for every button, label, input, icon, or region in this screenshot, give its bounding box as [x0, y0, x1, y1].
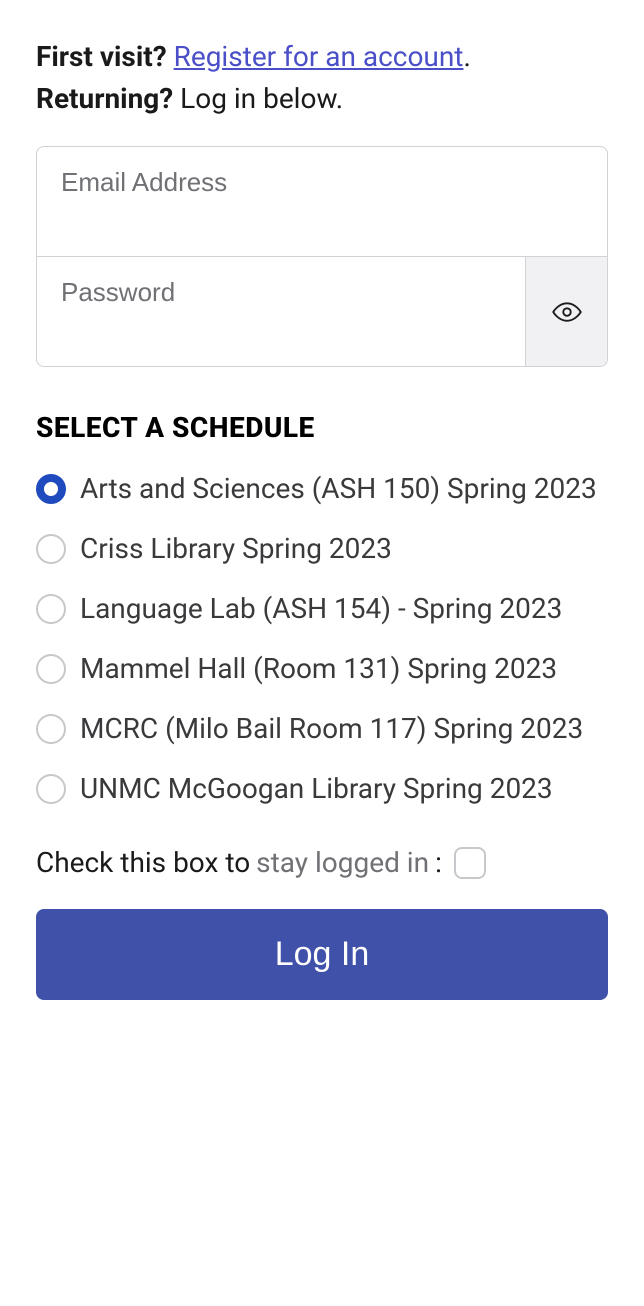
period: . [463, 40, 470, 73]
schedule-option-label: UNMC McGoogan Library Spring 2023 [80, 768, 553, 810]
login-button[interactable]: Log In [36, 909, 608, 1000]
radio-icon [36, 474, 66, 504]
radio-icon [36, 534, 66, 564]
login-fields-group [36, 146, 608, 367]
schedule-radio-list: Arts and Sciences (ASH 150) Spring 2023 C… [36, 468, 608, 810]
register-link[interactable]: Register for an account [174, 40, 464, 73]
schedule-option[interactable]: Criss Library Spring 2023 [36, 528, 608, 570]
password-field-wrapper [37, 256, 607, 366]
stay-colon: : [435, 846, 442, 879]
radio-icon [36, 594, 66, 624]
schedule-option-label: Language Lab (ASH 154) - Spring 2023 [80, 588, 562, 630]
eye-icon [552, 297, 582, 327]
password-field[interactable] [37, 257, 525, 366]
toggle-password-button[interactable] [525, 257, 607, 366]
intro-text: First visit? Register for an account. Re… [36, 36, 608, 120]
email-field[interactable] [37, 147, 607, 256]
stay-prefix: Check this box to [36, 846, 250, 879]
schedule-header: SELECT A SCHEDULE [36, 411, 608, 444]
radio-icon [36, 774, 66, 804]
schedule-option[interactable]: Arts and Sciences (ASH 150) Spring 2023 [36, 468, 608, 510]
schedule-option[interactable]: Language Lab (ASH 154) - Spring 2023 [36, 588, 608, 630]
stay-logged-row: Check this box to stay logged in: [36, 846, 608, 879]
schedule-option[interactable]: UNMC McGoogan Library Spring 2023 [36, 768, 608, 810]
radio-icon [36, 714, 66, 744]
returning-label: Returning? [36, 82, 173, 115]
schedule-option[interactable]: MCRC (Milo Bail Room 117) Spring 2023 [36, 708, 608, 750]
schedule-option-label: Criss Library Spring 2023 [80, 528, 392, 570]
radio-icon [36, 654, 66, 684]
first-visit-label: First visit? [36, 40, 167, 73]
stay-logged-checkbox[interactable] [454, 847, 486, 879]
stay-link-text: stay logged in [256, 846, 429, 879]
schedule-option-label: MCRC (Milo Bail Room 117) Spring 2023 [80, 708, 583, 750]
schedule-option-label: Mammel Hall (Room 131) Spring 2023 [80, 648, 557, 690]
schedule-option-label: Arts and Sciences (ASH 150) Spring 2023 [80, 468, 597, 510]
login-below-text: Log in below. [180, 82, 343, 115]
schedule-option[interactable]: Mammel Hall (Room 131) Spring 2023 [36, 648, 608, 690]
email-field-wrapper [37, 147, 607, 256]
